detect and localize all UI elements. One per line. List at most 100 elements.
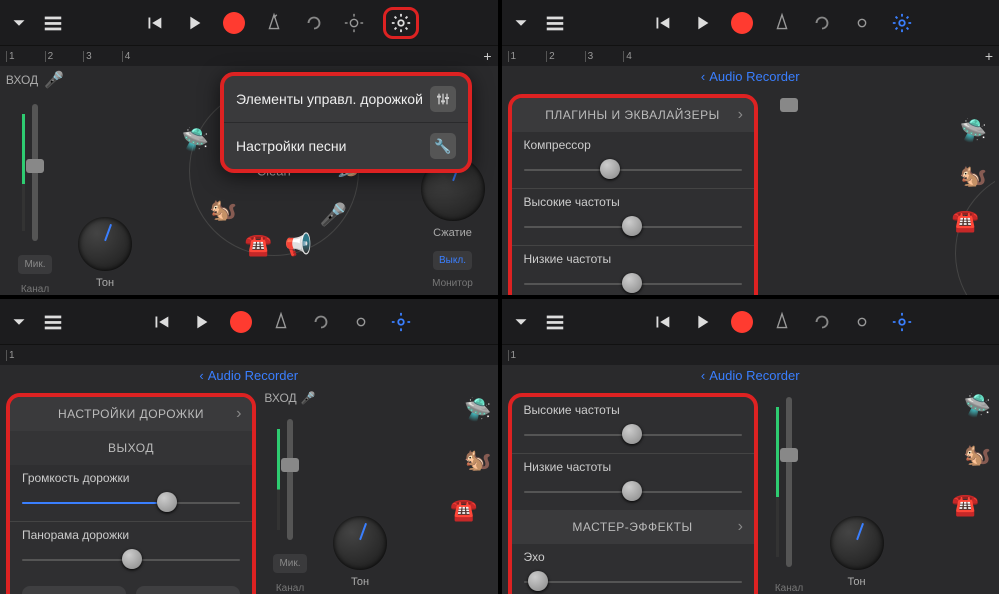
gear-icon[interactable]	[390, 12, 412, 34]
metronome-icon[interactable]	[263, 12, 285, 34]
chevron-down-icon[interactable]	[510, 12, 532, 34]
song-settings-menuitem[interactable]: Настройки песни 🔧	[224, 122, 468, 169]
play-icon[interactable]	[691, 311, 713, 333]
monitor-off-button[interactable]: Выкл.	[433, 251, 472, 270]
ufo-icon[interactable]: 🛸	[964, 393, 991, 419]
chevron-down-icon[interactable]	[510, 311, 532, 333]
mic-button[interactable]: Мик.	[273, 554, 306, 573]
play-icon[interactable]	[190, 311, 212, 333]
mic-preset-icon[interactable]: 🎤	[320, 202, 347, 228]
tracks-icon[interactable]	[544, 12, 566, 34]
phone-icon[interactable]: ☎️	[952, 492, 979, 518]
plugins-header[interactable]: ПЛАГИНЫ И ЭКВАЛАЙЗЕРЫ ›	[512, 98, 754, 132]
page-title[interactable]: Audio Recorder	[0, 365, 498, 387]
add-section-icon[interactable]: +	[483, 48, 491, 64]
mute-button[interactable]	[22, 586, 126, 594]
chevron-right-icon: ›	[236, 405, 242, 423]
page-title[interactable]: Audio Recorder	[502, 66, 999, 88]
mic-button[interactable]: Мик.	[18, 255, 51, 274]
mic-icon: 🎤	[44, 70, 64, 90]
squirrel-icon[interactable]: 🐿️	[964, 442, 991, 468]
high-freq-slider[interactable]	[524, 421, 742, 447]
low-freq-slider[interactable]	[524, 478, 742, 504]
monitor-label: Монитор	[432, 278, 473, 289]
tracks-icon[interactable]	[42, 311, 64, 333]
chevron-down-icon[interactable]	[8, 12, 30, 34]
megaphone-icon[interactable]: 📢	[285, 232, 312, 258]
tone-label: Тон	[96, 277, 114, 289]
solo-button[interactable]	[136, 586, 240, 594]
gear-icon[interactable]	[891, 311, 913, 333]
record-button[interactable]	[230, 311, 252, 333]
input-gain-slider[interactable]	[287, 419, 293, 540]
channel-label: Канал	[775, 583, 803, 594]
timeline-ruler[interactable]: 1	[0, 345, 498, 365]
brightness-icon[interactable]	[851, 12, 873, 34]
brightness-icon[interactable]	[343, 12, 365, 34]
master-effects-header[interactable]: МАСТЕР-ЭФФЕКТЫ ›	[512, 510, 754, 544]
menuitem-label: Настройки песни	[236, 138, 346, 154]
play-icon[interactable]	[183, 12, 205, 34]
record-button[interactable]	[223, 12, 245, 34]
wrench-icon: 🔧	[430, 133, 456, 159]
tone-knob[interactable]	[830, 516, 884, 570]
page-title[interactable]: Audio Recorder	[502, 365, 999, 387]
brightness-icon[interactable]	[350, 311, 372, 333]
gear-icon[interactable]	[390, 311, 412, 333]
input-gain-slider[interactable]	[786, 397, 792, 567]
track-controls-menuitem[interactable]: Элементы управл. дорожкой	[224, 76, 468, 122]
metronome-icon[interactable]	[771, 12, 793, 34]
ufo-icon[interactable]: 🛸	[182, 127, 209, 153]
track-volume-slider[interactable]	[22, 489, 240, 515]
tone-label: Тон	[351, 576, 369, 588]
ufo-icon[interactable]: 🛸	[960, 118, 987, 144]
timeline-ruler[interactable]: 1234 +	[502, 46, 999, 66]
chevron-down-icon[interactable]	[8, 311, 30, 333]
tone-knob[interactable]	[78, 217, 132, 271]
squirrel-icon[interactable]: 🐿️	[210, 197, 237, 223]
tracks-icon[interactable]	[544, 311, 566, 333]
metronome-icon[interactable]	[270, 311, 292, 333]
squirrel-icon[interactable]: 🐿️	[960, 163, 987, 189]
input-gain-slider[interactable]	[32, 104, 38, 241]
settings-popover: Элементы управл. дорожкой Настройки песн…	[220, 72, 472, 173]
skip-start-icon[interactable]	[150, 311, 172, 333]
tracks-icon[interactable]	[42, 12, 64, 34]
skip-start-icon[interactable]	[651, 12, 673, 34]
phone-icon[interactable]: ☎️	[952, 208, 979, 234]
brightness-icon[interactable]	[851, 311, 873, 333]
gear-icon[interactable]	[891, 12, 913, 34]
play-icon[interactable]	[691, 12, 713, 34]
add-section-icon[interactable]: +	[985, 48, 993, 64]
high-freq-slider[interactable]	[524, 213, 742, 239]
compressor-label: Компрессор	[512, 132, 754, 154]
skip-start-icon[interactable]	[651, 311, 673, 333]
timeline-ruler[interactable]: 1	[502, 345, 999, 365]
output-header: ВЫХОД	[10, 431, 252, 465]
tone-knob[interactable]	[333, 516, 387, 570]
record-button[interactable]	[731, 311, 753, 333]
compressor-slider[interactable]	[524, 156, 742, 182]
track-settings-header[interactable]: НАСТРОЙКИ ДОРОЖКИ ›	[10, 397, 252, 431]
gear-highlight	[383, 7, 419, 39]
echo-label: Эхо	[512, 544, 754, 566]
echo-slider[interactable]	[524, 568, 742, 594]
metronome-icon[interactable]	[771, 311, 793, 333]
track-pan-label: Панорама дорожки	[10, 522, 252, 544]
phone-icon[interactable]: ☎️	[245, 232, 272, 258]
undo-icon[interactable]	[303, 12, 325, 34]
squirrel-icon[interactable]: 🐿️	[464, 447, 491, 473]
record-button[interactable]	[731, 12, 753, 34]
skip-start-icon[interactable]	[143, 12, 165, 34]
undo-icon[interactable]	[811, 12, 833, 34]
input-label: ВХОД	[264, 391, 296, 405]
phone-icon[interactable]: ☎️	[450, 497, 477, 523]
tone-label: Тон	[847, 576, 865, 588]
track-pan-slider[interactable]	[22, 546, 240, 572]
undo-icon[interactable]	[310, 311, 332, 333]
input-label: ВХОД	[6, 73, 38, 87]
undo-icon[interactable]	[811, 311, 833, 333]
timeline-ruler[interactable]: 1234 +	[0, 46, 498, 66]
low-freq-slider[interactable]	[524, 270, 742, 295]
ufo-icon[interactable]: 🛸	[464, 397, 491, 423]
